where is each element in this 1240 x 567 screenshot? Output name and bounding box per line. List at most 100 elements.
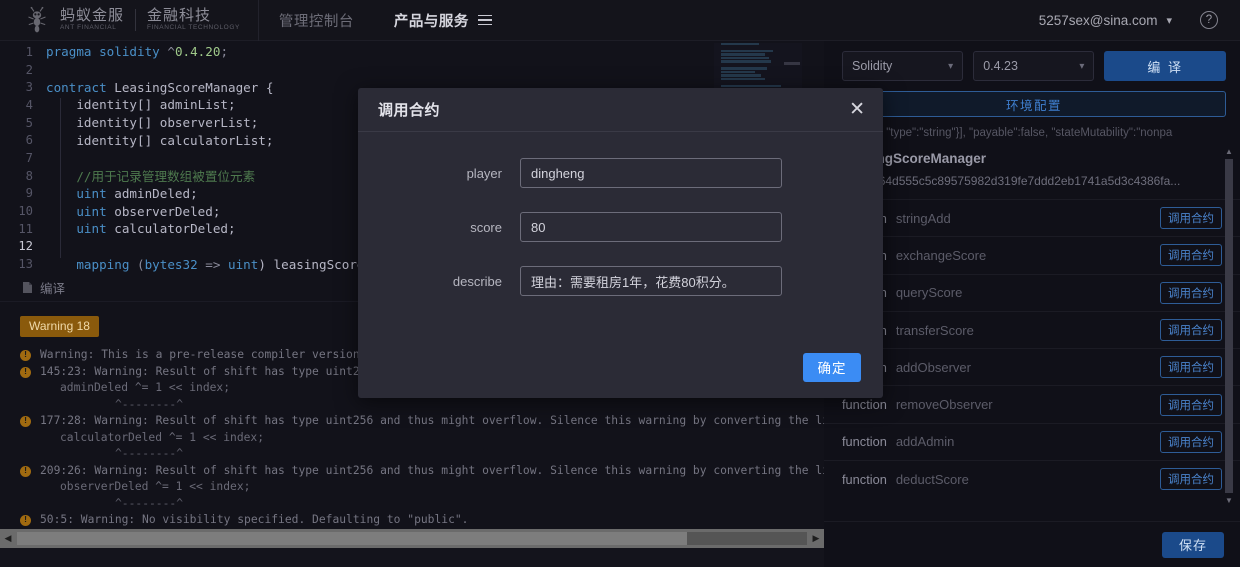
hscroll-track[interactable] xyxy=(17,532,807,545)
function-name: removeObserver xyxy=(895,397,993,413)
line-number: 1 xyxy=(25,44,33,59)
hscroll-thumb[interactable] xyxy=(17,532,687,545)
function-name: transferScore xyxy=(895,322,974,338)
brand-text-primary: 蚂蚁金服 ANT FINANCIAL xyxy=(60,8,124,32)
minimap-row xyxy=(721,77,765,81)
env-config-button[interactable]: 环境配置 xyxy=(842,91,1226,117)
minimap-slider[interactable] xyxy=(784,62,800,65)
minimap-row xyxy=(721,49,773,53)
minimap-row xyxy=(721,43,759,46)
brand-logo[interactable]: 蚂蚁金服 ANT FINANCIAL 金融科技 FINANCIAL TECHNO… xyxy=(0,0,240,40)
function-name: queryScore xyxy=(895,285,963,301)
modal-title: 调用合约 xyxy=(378,102,441,119)
field-label-player: player xyxy=(466,165,502,181)
right-panel-footer: 保存 xyxy=(824,521,1240,567)
warning-icon xyxy=(20,514,31,526)
call-contract-button[interactable]: 调用合约 xyxy=(1160,319,1222,342)
hamburger-icon[interactable] xyxy=(477,14,492,26)
nav-item-console-label: 管理控制台 xyxy=(278,13,354,30)
save-button[interactable]: 保存 xyxy=(1162,531,1224,558)
close-icon[interactable]: ✕ xyxy=(849,100,865,119)
function-keyword: function xyxy=(842,434,887,450)
brand-text-secondary: 金融科技 FINANCIAL TECHNOLOGY xyxy=(147,8,240,32)
warning-count-badge: Warning 18 xyxy=(20,316,99,337)
function-row: functiontransferScore调用合约 xyxy=(824,310,1240,348)
compile-button[interactable]: 编 译 xyxy=(1104,51,1226,81)
right-panel: Solidity ▾ 0.4.23 ▾ 编 译 环境配置 ame":"", "t… xyxy=(824,41,1240,567)
scroll-right-arrow-icon[interactable]: ▶ xyxy=(808,533,824,544)
function-name: exchangeScore xyxy=(895,247,987,263)
top-navbar: 蚂蚁金服 ANT FINANCIAL 金融科技 FINANCIAL TECHNO… xyxy=(0,0,1240,41)
call-contract-button[interactable]: 调用合约 xyxy=(1160,430,1222,453)
tab-compile-label[interactable]: 编译 xyxy=(40,278,65,297)
file-icon xyxy=(22,281,33,294)
compiler-toolbar: Solidity ▾ 0.4.23 ▾ 编 译 xyxy=(824,41,1240,81)
code-text: uint adminDeled; xyxy=(76,185,198,201)
line-number: 7 xyxy=(25,150,33,165)
function-name: addAdmin xyxy=(895,434,955,450)
version-select[interactable]: 0.4.23 ▾ xyxy=(973,51,1095,81)
field-input-player[interactable] xyxy=(520,158,782,188)
warning-icon xyxy=(20,465,31,477)
call-contract-button[interactable]: 调用合约 xyxy=(1160,468,1222,491)
contract-block: LeasingScoreManager ID：0x64d555c5c895759… xyxy=(824,147,1240,527)
field-input-score[interactable] xyxy=(520,212,782,242)
function-row: functionstringAdd调用合约 xyxy=(824,199,1240,236)
right-panel-scrollbar[interactable]: ▲ ▼ xyxy=(1224,147,1234,505)
function-list: function stringAdd 调用合约 function exchangeSco… xyxy=(824,199,1240,497)
code-text: //用于记录管理数组被置位元素 xyxy=(46,169,256,185)
function-name: addObserver xyxy=(895,359,971,375)
modal-field-row: player xyxy=(358,158,883,188)
minimap-row xyxy=(721,53,765,56)
call-contract-button[interactable]: 调用合约 xyxy=(1160,207,1222,230)
right-scroll-thumb[interactable] xyxy=(1225,159,1233,493)
nav-item-products-label: 产品与服务 xyxy=(393,13,469,30)
call-contract-button[interactable]: 调用合约 xyxy=(1160,244,1222,267)
warning-icon xyxy=(20,415,31,427)
line-number: 13 xyxy=(18,257,33,272)
call-contract-button[interactable]: 调用合约 xyxy=(1160,281,1222,304)
warning-caret-marker: ^--------^ xyxy=(115,397,184,411)
abi-fragment-text: ame":"", "type":"string"}], "payable":fa… xyxy=(842,127,1173,139)
function-row: function removeObserver 调用合约 xyxy=(824,385,1240,422)
confirm-button[interactable]: 确定 xyxy=(803,352,861,382)
field-input-describe[interactable] xyxy=(520,266,782,296)
line-number: 10 xyxy=(18,204,33,219)
brand-name-en: ANT FINANCIAL xyxy=(60,23,117,31)
code-line: 2 xyxy=(0,61,824,79)
chevron-down-icon[interactable]: ▾ xyxy=(1166,14,1172,27)
user-email-label[interactable]: 5257sex@sina.com xyxy=(1039,13,1158,28)
call-contract-button[interactable]: 调用合约 xyxy=(1160,393,1222,416)
language-select[interactable]: Solidity ▾ xyxy=(842,51,964,81)
language-select-value: Solidity xyxy=(852,59,893,73)
code-text: contract LeasingScoreManager { xyxy=(46,79,274,95)
modal-footer: 确定 xyxy=(358,336,883,398)
scroll-up-arrow-icon[interactable]: ▲ xyxy=(1224,147,1234,156)
nav-items: 管理控制台 产品与服务 xyxy=(259,0,512,40)
scroll-down-arrow-icon[interactable]: ▼ xyxy=(1224,496,1234,505)
nav-item-console[interactable]: 管理控制台 xyxy=(259,0,374,40)
code-text: uint observerDeled; xyxy=(76,203,221,219)
indent-guide xyxy=(60,98,61,258)
line-number: 12 xyxy=(18,239,33,254)
ant-financial-logo-icon xyxy=(22,5,52,35)
function-keyword: function xyxy=(842,397,887,413)
line-number: 6 xyxy=(25,133,33,148)
function-row: functionexchangeScore调用合约 xyxy=(824,236,1240,273)
app-root: 蚂蚁金服 ANT FINANCIAL 金融科技 FINANCIAL TECHNO… xyxy=(0,0,1240,567)
function-keyword: function xyxy=(842,471,887,487)
warning-item: 50:5: Warning: No visibility specified. … xyxy=(0,512,824,529)
contract-address-row: ID：0x64d555c5c89575982d319fe7ddd2eb1741a… xyxy=(824,170,1240,199)
modal-header: 调用合约 ✕ xyxy=(358,88,883,132)
warning-text: 177:28: Warning: Result of shift has typ… xyxy=(40,414,824,427)
nav-item-products[interactable]: 产品与服务 xyxy=(374,0,512,40)
warning-icon xyxy=(20,366,31,378)
scroll-left-arrow-icon[interactable]: ◀ xyxy=(0,533,16,544)
question-mark-icon[interactable]: ? xyxy=(1200,11,1218,29)
function-name: deductScore xyxy=(895,471,969,487)
editor-horizontal-scrollbar[interactable]: ◀ ▶ xyxy=(0,529,824,548)
env-config-label: 环境配置 xyxy=(1005,98,1062,113)
call-contract-button[interactable]: 调用合约 xyxy=(1160,356,1222,379)
minimap-row xyxy=(721,67,767,70)
warning-caret-marker: ^--------^ xyxy=(115,447,184,460)
